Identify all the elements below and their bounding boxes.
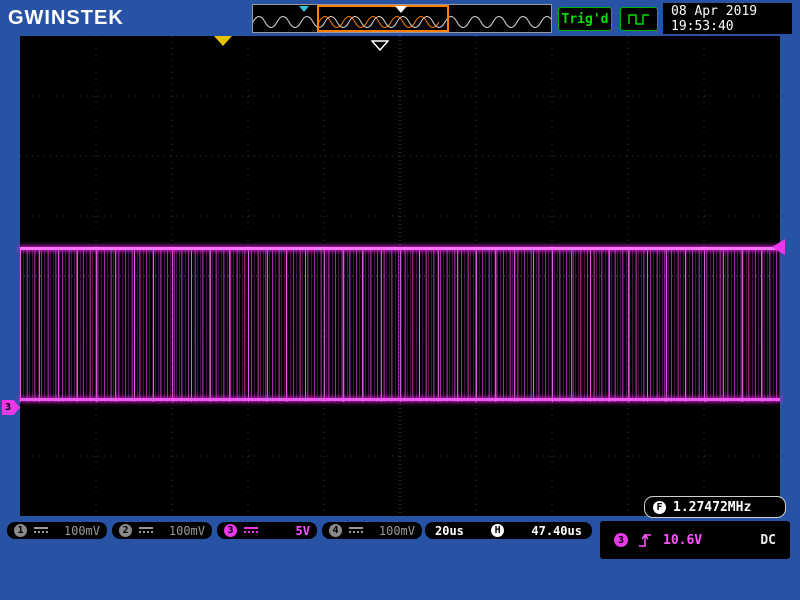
frequency-readout: F 1.27472MHz (644, 496, 786, 518)
ch3-ground-marker[interactable]: 3 (2, 400, 20, 415)
timebase-scale: 20us (435, 523, 464, 538)
trigger-position-marker-icon[interactable] (214, 36, 232, 46)
brand-logo: GWINSTEK (8, 7, 124, 29)
channel4-badge: 4 (329, 524, 342, 537)
channel2-status[interactable]: 2 100mV (112, 522, 212, 539)
memory-preview-bar (252, 4, 552, 33)
square-wave-icon (628, 14, 649, 25)
channel3-scale: 5V (295, 523, 310, 538)
channel4-status[interactable]: 4 100mV (322, 522, 422, 539)
dc-coupling-icon (348, 526, 364, 535)
dc-coupling-icon (33, 526, 49, 535)
time-text: 19:53:40 (671, 19, 734, 34)
trigger-status-panel[interactable]: 3 10.6V DC (600, 521, 790, 559)
trigger-level-value: 10.6V (663, 532, 703, 548)
memory-trigger-marker-icon (299, 6, 309, 12)
oscilloscope-display: GWINSTEK Trig'd 08 Apr 2019 19:53:40 3 F… (0, 0, 800, 600)
datetime-panel: 08 Apr 2019 19:53:40 (663, 3, 792, 34)
expand-window-frame[interactable] (317, 5, 449, 32)
channel1-badge: 1 (14, 524, 27, 537)
horizontal-center-marker-icon (370, 36, 390, 55)
channel2-scale: 100mV (168, 523, 205, 538)
trigger-status-badge: Trig'd (558, 7, 612, 31)
ch3-ground-label: 3 (5, 402, 12, 413)
channel3-status[interactable]: 3 5V (217, 522, 317, 539)
dc-coupling-icon (138, 526, 154, 535)
ch3-waveform (20, 249, 780, 402)
trigger-source-badge: 3 (614, 533, 628, 547)
date-text: 08 Apr 2019 (671, 4, 758, 19)
channel1-scale: 100mV (63, 523, 100, 538)
frequency-icon: F (653, 500, 666, 514)
dc-coupling-icon (243, 526, 259, 535)
rising-edge-icon (639, 533, 651, 547)
trigger-status-label: Trig'd (561, 11, 609, 27)
channel3-badge: 3 (224, 524, 237, 537)
horizontal-status[interactable]: 20us H 47.40us (425, 522, 592, 539)
scope-screen (20, 36, 780, 516)
channel2-badge: 2 (119, 524, 132, 537)
ch3-waveform-bottom-edge (20, 398, 780, 401)
frequency-value: 1.27472MHz (673, 499, 752, 515)
trigger-coupling-value: DC (760, 532, 776, 548)
trigger-mode-badge (620, 7, 658, 31)
ch3-waveform-top-edge (20, 247, 780, 250)
horizontal-icon: H (491, 524, 505, 537)
horizontal-position: 47.40us (531, 523, 582, 538)
channel4-scale: 100mV (378, 523, 415, 538)
trigger-level-marker-icon[interactable] (772, 239, 785, 255)
channel1-status[interactable]: 1 100mV (7, 522, 107, 539)
memory-position-marker-icon (395, 6, 407, 13)
